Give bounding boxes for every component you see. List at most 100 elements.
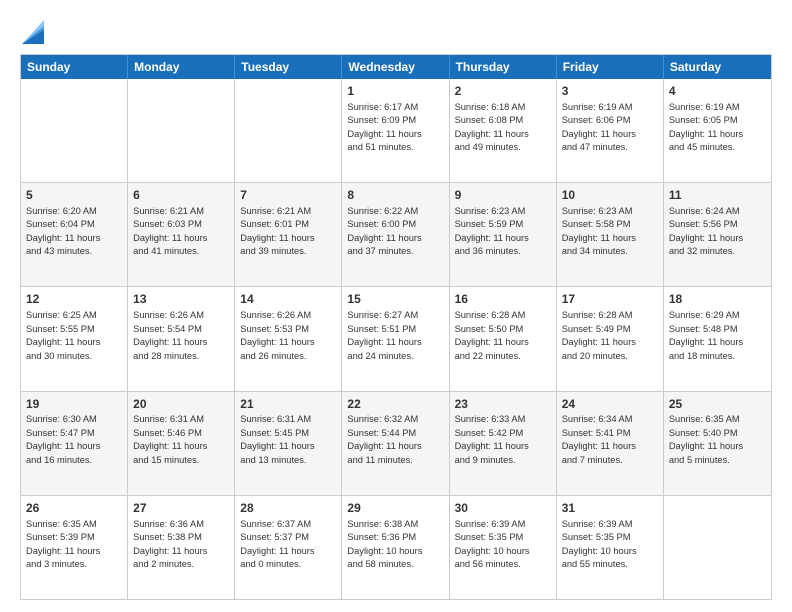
cell-details: Sunrise: 6:26 AM Sunset: 5:54 PM Dayligh… — [133, 310, 207, 360]
cell-details: Sunrise: 6:30 AM Sunset: 5:47 PM Dayligh… — [26, 414, 100, 464]
day-number: 31 — [562, 500, 658, 517]
day-number: 26 — [26, 500, 122, 517]
calendar-cell: 8 Sunrise: 6:22 AM Sunset: 6:00 PM Daylig… — [342, 183, 449, 286]
day-number: 28 — [240, 500, 336, 517]
cell-details: Sunrise: 6:39 AM Sunset: 5:35 PM Dayligh… — [562, 519, 637, 569]
day-number: 6 — [133, 187, 229, 204]
day-number: 29 — [347, 500, 443, 517]
calendar-cell — [128, 79, 235, 182]
calendar-cell: 13 Sunrise: 6:26 AM Sunset: 5:54 PM Dayli… — [128, 287, 235, 390]
calendar-cell: 2 Sunrise: 6:18 AM Sunset: 6:08 PM Daylig… — [450, 79, 557, 182]
day-number: 23 — [455, 396, 551, 413]
calendar-row: 19Sunrise: 6:30 AM Sunset: 5:47 PM Dayli… — [21, 391, 771, 495]
calendar-cell — [235, 79, 342, 182]
calendar-cell: 3 Sunrise: 6:19 AM Sunset: 6:06 PM Daylig… — [557, 79, 664, 182]
day-number: 3 — [562, 83, 658, 100]
cell-details: Sunrise: 6:38 AM Sunset: 5:36 PM Dayligh… — [347, 519, 422, 569]
calendar-cell: 26 Sunrise: 6:35 AM Sunset: 5:39 PM Dayli… — [21, 496, 128, 599]
cell-details: Sunrise: 6:34 AM Sunset: 5:41 PM Dayligh… — [562, 414, 636, 464]
day-number: 4 — [669, 83, 766, 100]
day-number: 17 — [562, 291, 658, 308]
day-number: 2 — [455, 83, 551, 100]
calendar-cell: 10 Sunrise: 6:23 AM Sunset: 5:58 PM Dayli… — [557, 183, 664, 286]
calendar-cell: 27Sunrise: 6:36 AM Sunset: 5:38 PM Dayli… — [128, 496, 235, 599]
calendar-cell — [21, 79, 128, 182]
calendar-row: 1Sunrise: 6:17 AM Sunset: 6:09 PM Daylig… — [21, 79, 771, 182]
calendar-cell: 28Sunrise: 6:37 AM Sunset: 5:37 PM Dayli… — [235, 496, 342, 599]
weekday-header: Saturday — [664, 55, 771, 79]
day-number: 14 — [240, 291, 336, 308]
cell-details: Sunrise: 6:18 AM Sunset: 6:08 PM Dayligh… — [455, 102, 529, 152]
cell-details: Sunrise: 6:22 AM Sunset: 6:00 PM Dayligh… — [347, 206, 421, 256]
cell-details: Sunrise: 6:21 AM Sunset: 6:03 PM Dayligh… — [133, 206, 207, 256]
calendar-cell: 16Sunrise: 6:28 AM Sunset: 5:50 PM Dayli… — [450, 287, 557, 390]
day-number: 8 — [347, 187, 443, 204]
cell-details: Sunrise: 6:35 AM Sunset: 5:39 PM Dayligh… — [26, 519, 100, 569]
day-number: 18 — [669, 291, 766, 308]
cell-details: Sunrise: 6:35 AM Sunset: 5:40 PM Dayligh… — [669, 414, 743, 464]
day-number: 5 — [26, 187, 122, 204]
cell-details: Sunrise: 6:19 AM Sunset: 6:06 PM Dayligh… — [562, 102, 636, 152]
calendar-cell: 25Sunrise: 6:35 AM Sunset: 5:40 PM Dayli… — [664, 392, 771, 495]
day-number: 19 — [26, 396, 122, 413]
cell-details: Sunrise: 6:23 AM Sunset: 5:59 PM Dayligh… — [455, 206, 529, 256]
calendar-cell: 22Sunrise: 6:32 AM Sunset: 5:44 PM Dayli… — [342, 392, 449, 495]
day-number: 13 — [133, 291, 229, 308]
weekday-header: Sunday — [21, 55, 128, 79]
calendar-cell: 23Sunrise: 6:33 AM Sunset: 5:42 PM Dayli… — [450, 392, 557, 495]
calendar-cell: 9 Sunrise: 6:23 AM Sunset: 5:59 PM Daylig… — [450, 183, 557, 286]
day-number: 10 — [562, 187, 658, 204]
calendar-cell: 20Sunrise: 6:31 AM Sunset: 5:46 PM Dayli… — [128, 392, 235, 495]
calendar-header: SundayMondayTuesdayWednesdayThursdayFrid… — [21, 55, 771, 79]
cell-details: Sunrise: 6:20 AM Sunset: 6:04 PM Dayligh… — [26, 206, 100, 256]
calendar-cell: 17Sunrise: 6:28 AM Sunset: 5:49 PM Dayli… — [557, 287, 664, 390]
calendar-cell: 7 Sunrise: 6:21 AM Sunset: 6:01 PM Daylig… — [235, 183, 342, 286]
calendar-cell: 21Sunrise: 6:31 AM Sunset: 5:45 PM Dayli… — [235, 392, 342, 495]
calendar-cell: 4 Sunrise: 6:19 AM Sunset: 6:05 PM Daylig… — [664, 79, 771, 182]
weekday-header: Wednesday — [342, 55, 449, 79]
day-number: 21 — [240, 396, 336, 413]
header — [20, 16, 772, 44]
day-number: 20 — [133, 396, 229, 413]
calendar-row: 26 Sunrise: 6:35 AM Sunset: 5:39 PM Dayli… — [21, 495, 771, 599]
weekday-header: Thursday — [450, 55, 557, 79]
cell-details: Sunrise: 6:29 AM Sunset: 5:48 PM Dayligh… — [669, 310, 743, 360]
cell-details: Sunrise: 6:31 AM Sunset: 5:46 PM Dayligh… — [133, 414, 207, 464]
calendar-cell: 11Sunrise: 6:24 AM Sunset: 5:56 PM Dayli… — [664, 183, 771, 286]
calendar-cell: 5 Sunrise: 6:20 AM Sunset: 6:04 PM Daylig… — [21, 183, 128, 286]
cell-details: Sunrise: 6:25 AM Sunset: 5:55 PM Dayligh… — [26, 310, 100, 360]
cell-details: Sunrise: 6:32 AM Sunset: 5:44 PM Dayligh… — [347, 414, 421, 464]
day-number: 9 — [455, 187, 551, 204]
day-number: 12 — [26, 291, 122, 308]
calendar-cell: 12 Sunrise: 6:25 AM Sunset: 5:55 PM Dayli… — [21, 287, 128, 390]
calendar-row: 5 Sunrise: 6:20 AM Sunset: 6:04 PM Daylig… — [21, 182, 771, 286]
cell-details: Sunrise: 6:19 AM Sunset: 6:05 PM Dayligh… — [669, 102, 743, 152]
cell-details: Sunrise: 6:33 AM Sunset: 5:42 PM Dayligh… — [455, 414, 529, 464]
cell-details: Sunrise: 6:39 AM Sunset: 5:35 PM Dayligh… — [455, 519, 530, 569]
cell-details: Sunrise: 6:27 AM Sunset: 5:51 PM Dayligh… — [347, 310, 421, 360]
cell-details: Sunrise: 6:21 AM Sunset: 6:01 PM Dayligh… — [240, 206, 314, 256]
cell-details: Sunrise: 6:26 AM Sunset: 5:53 PM Dayligh… — [240, 310, 314, 360]
day-number: 30 — [455, 500, 551, 517]
day-number: 7 — [240, 187, 336, 204]
calendar-cell: 1Sunrise: 6:17 AM Sunset: 6:09 PM Daylig… — [342, 79, 449, 182]
cell-details: Sunrise: 6:36 AM Sunset: 5:38 PM Dayligh… — [133, 519, 207, 569]
day-number: 24 — [562, 396, 658, 413]
day-number: 22 — [347, 396, 443, 413]
calendar-body: 1Sunrise: 6:17 AM Sunset: 6:09 PM Daylig… — [21, 79, 771, 599]
weekday-header: Friday — [557, 55, 664, 79]
cell-details: Sunrise: 6:23 AM Sunset: 5:58 PM Dayligh… — [562, 206, 636, 256]
calendar-cell: 24Sunrise: 6:34 AM Sunset: 5:41 PM Dayli… — [557, 392, 664, 495]
weekday-header: Tuesday — [235, 55, 342, 79]
weekday-header: Monday — [128, 55, 235, 79]
calendar-cell — [664, 496, 771, 599]
calendar-row: 12 Sunrise: 6:25 AM Sunset: 5:55 PM Dayli… — [21, 286, 771, 390]
calendar-cell: 18 Sunrise: 6:29 AM Sunset: 5:48 PM Dayli… — [664, 287, 771, 390]
cell-details: Sunrise: 6:24 AM Sunset: 5:56 PM Dayligh… — [669, 206, 743, 256]
day-number: 1 — [347, 83, 443, 100]
cell-details: Sunrise: 6:31 AM Sunset: 5:45 PM Dayligh… — [240, 414, 314, 464]
logo-icon — [22, 16, 44, 44]
calendar-cell: 19Sunrise: 6:30 AM Sunset: 5:47 PM Dayli… — [21, 392, 128, 495]
calendar-cell: 31 Sunrise: 6:39 AM Sunset: 5:35 PM Dayli… — [557, 496, 664, 599]
day-number: 15 — [347, 291, 443, 308]
